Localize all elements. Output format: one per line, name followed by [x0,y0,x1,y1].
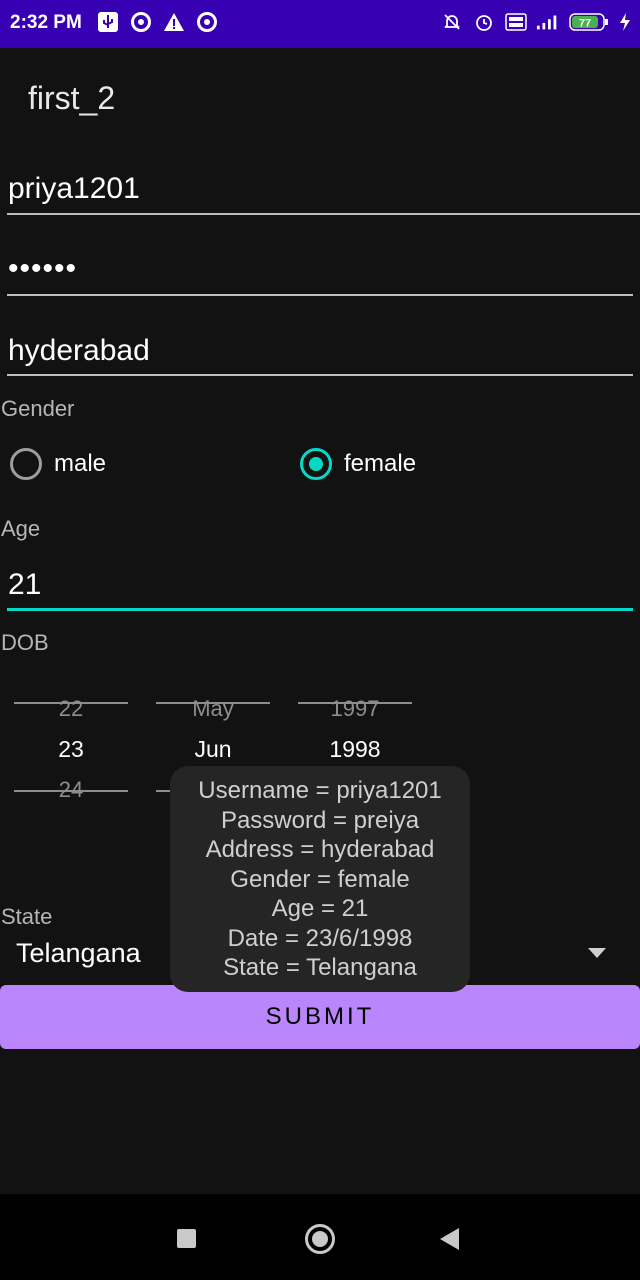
bell-off-icon [440,10,464,34]
battery-icon: 77 [568,10,610,34]
toast-line: Age = 21 [271,895,369,922]
year-selected[interactable]: 1998 [297,736,413,763]
month-prev[interactable]: May [155,696,271,722]
state-spinner[interactable]: Telangana [16,938,141,969]
radio-unchecked-icon[interactable] [10,448,42,480]
status-time: 2:32 PM [10,12,82,33]
volte-icon [504,10,528,34]
age-label: Age [1,516,41,541]
month-selected[interactable]: Jun [155,736,271,763]
circle-a-icon [129,10,153,34]
warning-icon [162,10,186,34]
circle-a-icon [195,10,219,34]
notification-icons [96,10,219,34]
radio-checked-icon[interactable] [300,448,332,480]
month-divider-top [156,702,270,704]
charging-icon [618,10,632,34]
signal-icon [536,10,560,34]
age-field[interactable]: 21 [8,568,41,602]
toast-line: State = Telangana [223,954,417,981]
submit-button[interactable]: SUBMIT [0,985,640,1049]
year-divider-top [298,702,412,704]
radio-female-label: female [344,450,417,477]
toast-line: Password = preiya [220,806,420,834]
address-underline [7,374,633,376]
state-label: State [1,904,53,929]
password-field[interactable]: •••••• [8,252,77,286]
recents-icon[interactable] [177,1229,196,1248]
gender-label: Gender [1,396,75,421]
day-selected[interactable]: 23 [13,736,129,763]
toast-line: Date = 23/6/1998 [227,924,413,952]
username-field[interactable]: priya1201 [8,172,140,206]
toast-line: Username = priya1201 [198,777,442,804]
home-icon[interactable] [305,1224,335,1254]
system-icons: 77 [440,10,632,34]
dropdown-arrow-icon[interactable] [588,948,606,958]
toast-message: Username = priya1201 Password = preiya A… [170,766,470,992]
username-underline [7,213,640,215]
password-underline [7,294,633,296]
svg-text:77: 77 [579,18,591,30]
day-divider-bottom [14,790,128,792]
toast-line: Gender = female [230,865,410,893]
radio-male[interactable]: male [10,448,106,480]
dob-label: DOB [1,630,49,655]
address-field[interactable]: hyderabad [8,334,150,368]
toast-line: Address = hyderabad [205,836,435,863]
alarm-icon [472,10,496,34]
day-prev[interactable]: 22 [13,696,129,722]
usb-icon [96,10,120,34]
radio-male-label: male [54,450,107,477]
year-prev[interactable]: 1997 [297,696,413,722]
radio-female[interactable]: female [300,448,416,480]
status-bar: 2:32 PM 77 [0,0,640,48]
app-title: first_2 [28,80,116,116]
back-icon[interactable] [440,1228,459,1250]
day-divider-top [14,702,128,704]
age-underline-focused [7,608,633,611]
